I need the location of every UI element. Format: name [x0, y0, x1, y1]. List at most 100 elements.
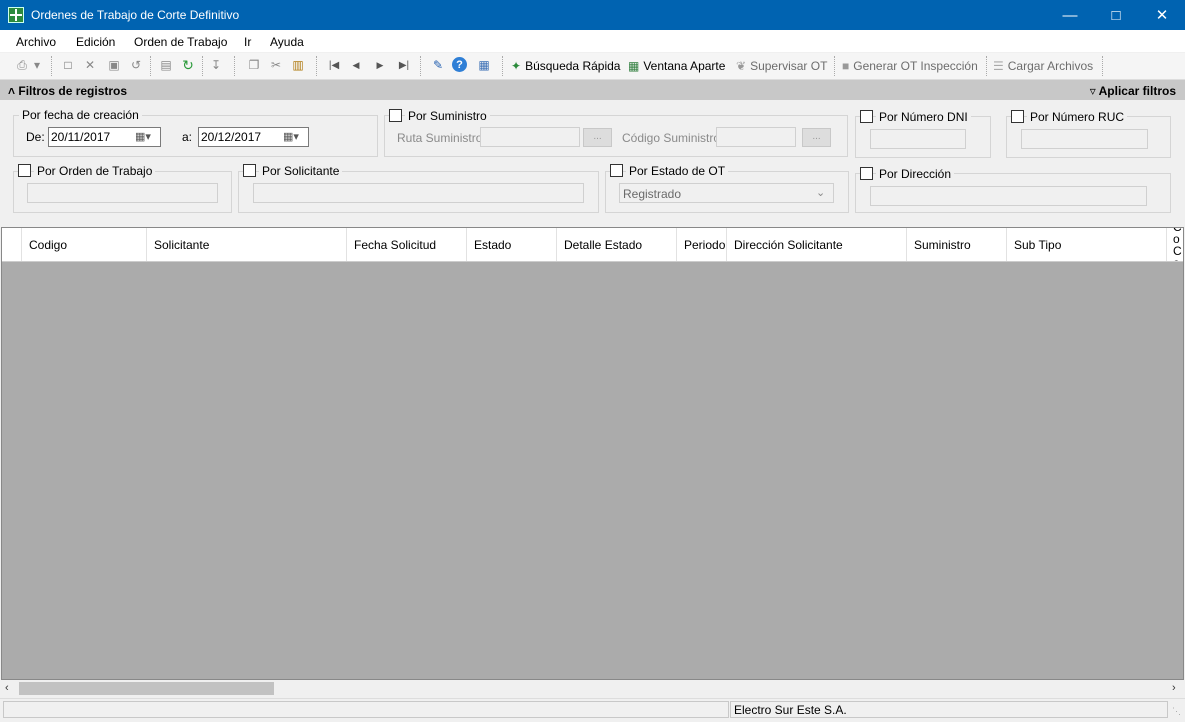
separate-window-button[interactable]: ▦ Ventana Aparte — [628, 59, 725, 73]
to-label: a: — [182, 130, 193, 144]
filter-funnel-icon: ▿ — [1089, 84, 1096, 98]
address-checkbox[interactable] — [860, 167, 873, 180]
ruc-checkbox[interactable] — [1011, 110, 1024, 123]
ot-status-select[interactable]: Registrado ⌄ — [619, 183, 834, 203]
book-icon[interactable]: ✎ — [430, 57, 446, 73]
work-order-checkbox[interactable] — [18, 164, 31, 177]
work-order-label: Por Orden de Trabajo — [34, 164, 156, 178]
column-header-periodo[interactable]: Periodo — [676, 228, 726, 261]
address-input[interactable] — [870, 186, 1147, 206]
app-icon — [8, 7, 24, 23]
menu-ayuda[interactable]: Ayuda — [270, 35, 304, 49]
from-date-value: 20/11/2017 — [51, 130, 111, 144]
menu-ir[interactable]: Ir — [244, 35, 251, 49]
company-name: Electro Sur Este S.A. — [734, 703, 847, 717]
load-files-button[interactable]: ☰ Cargar Archivos — [993, 59, 1093, 73]
preview-icon[interactable]: ▤ — [158, 57, 174, 73]
menu-orden-de-trabajo[interactable]: Orden de Trabajo — [134, 35, 227, 49]
menu-archivo[interactable]: Archivo — [16, 35, 56, 49]
column-header-suministro[interactable]: Suministro — [906, 228, 1006, 261]
column-header-solicitante[interactable]: Solicitante — [146, 228, 346, 261]
ot-status-label: Por Estado de OT — [626, 164, 729, 178]
scroll-right-icon[interactable]: › — [1172, 682, 1176, 694]
document-icon: ■ — [842, 59, 850, 73]
new-document-icon[interactable]: □ — [60, 57, 76, 73]
column-header-sub-tipo[interactable]: Sub Tipo — [1006, 228, 1166, 261]
chevron-down-icon[interactable]: ⌄ — [816, 186, 825, 199]
scrollbar-thumb[interactable] — [19, 682, 274, 695]
first-record-icon[interactable]: |◀ — [326, 57, 342, 73]
window-title: Ordenes de Trabajo de Corte Definitivo — [31, 8, 240, 22]
menu-edicion[interactable]: Edición — [76, 35, 115, 49]
from-date-picker[interactable]: 20/11/2017 ▦▾ — [48, 127, 161, 147]
calendar-dropdown-icon[interactable]: ▦▾ — [135, 130, 151, 143]
collapse-chevron-icon: ˄ — [8, 84, 16, 98]
status-cell-main — [3, 701, 729, 718]
previous-record-icon[interactable]: ◀ — [348, 57, 364, 73]
records-grid[interactable] — [1, 227, 1184, 680]
ot-status-checkbox[interactable] — [610, 164, 623, 177]
toolbar-separator — [986, 56, 988, 76]
toolbar-separator — [150, 56, 152, 76]
resize-grip-icon[interactable]: ⋱ — [1172, 706, 1181, 717]
toolbar-separator — [1102, 56, 1104, 76]
route-supply-input[interactable] — [480, 127, 580, 147]
pin-icon: ✦ — [511, 59, 522, 73]
supply-code-input[interactable] — [716, 127, 796, 147]
requester-checkbox[interactable] — [243, 164, 256, 177]
requester-label: Por Solicitante — [259, 164, 343, 178]
ot-status-selected: Registrado — [623, 187, 682, 201]
close-button[interactable]: ✕ — [1139, 0, 1185, 30]
print-dropdown-icon[interactable]: ▾ — [32, 57, 42, 73]
to-date-picker[interactable]: 20/12/2017 ▦▾ — [198, 127, 309, 147]
cut-icon[interactable]: ✂ — [268, 57, 284, 73]
minimize-button[interactable]: — — [1047, 0, 1093, 30]
toolbar-separator — [202, 56, 204, 76]
supply-label: Por Suministro — [405, 109, 490, 123]
requester-input[interactable] — [253, 183, 584, 203]
undo-icon[interactable]: ↺ — [128, 57, 144, 73]
filters-toggle[interactable]: ˄ Filtros de registros — [8, 84, 127, 98]
supply-code-label: Código Suministro: — [622, 131, 724, 145]
status-cell-company: Electro Sur Este S.A. — [730, 701, 1168, 718]
paste-icon[interactable]: ▥ — [290, 57, 306, 73]
row-selector-header — [2, 228, 21, 261]
download-icon[interactable]: ↧ — [208, 57, 224, 73]
work-order-input[interactable] — [27, 183, 218, 203]
supply-checkbox[interactable] — [389, 109, 402, 122]
route-supply-label: Ruta Suministro: — [397, 131, 486, 145]
copy-icon[interactable]: ❐ — [246, 57, 262, 73]
supply-code-browse-button[interactable]: ... — [802, 128, 831, 147]
save-icon[interactable]: ▣ — [106, 57, 122, 73]
column-header-estado[interactable]: Estado — [466, 228, 556, 261]
scroll-left-icon[interactable]: ‹ — [5, 682, 9, 694]
calculator-icon[interactable]: ▦ — [476, 57, 492, 73]
calendar-dropdown-icon[interactable]: ▦▾ — [283, 130, 299, 143]
column-header-codigo[interactable]: Codigo — [21, 228, 146, 261]
supervise-ot-button[interactable]: ❦ Supervisar OT — [736, 59, 827, 73]
column-header-truncated[interactable]: Co Co — [1166, 228, 1183, 261]
dni-checkbox[interactable] — [860, 110, 873, 123]
toolbar-separator — [234, 56, 236, 76]
next-record-icon[interactable]: ▶ — [372, 57, 388, 73]
route-supply-browse-button[interactable]: ... — [583, 128, 612, 147]
column-header-detalle-estado[interactable]: Detalle Estado — [556, 228, 676, 261]
handshake-icon: ❦ — [736, 59, 747, 73]
maximize-button[interactable]: □ — [1093, 0, 1139, 30]
generate-inspection-button[interactable]: ■ Generar OT Inspección — [842, 59, 978, 73]
print-icon[interactable]: ⎙ — [14, 57, 30, 73]
apply-filters-button[interactable]: ▿ Aplicar filtros — [1090, 84, 1176, 98]
ruc-label: Por Número RUC — [1027, 110, 1128, 124]
delete-icon[interactable]: ✕ — [82, 57, 98, 73]
dni-input[interactable] — [870, 129, 966, 149]
ruc-input[interactable] — [1021, 129, 1148, 149]
quick-search-button[interactable]: ✦ Búsqueda Rápida — [511, 59, 620, 73]
refresh-icon[interactable]: ↻ — [180, 57, 196, 73]
column-header-fecha-solicitud[interactable]: Fecha Solicitud — [346, 228, 466, 261]
last-record-icon[interactable]: ▶| — [396, 57, 412, 73]
column-header-direccion-solicitante[interactable]: Dirección Solicitante — [726, 228, 906, 261]
files-icon: ☰ — [993, 59, 1004, 73]
dni-label: Por Número DNI — [876, 110, 971, 124]
help-icon[interactable]: ? — [452, 57, 467, 72]
from-label: De: — [26, 130, 45, 144]
